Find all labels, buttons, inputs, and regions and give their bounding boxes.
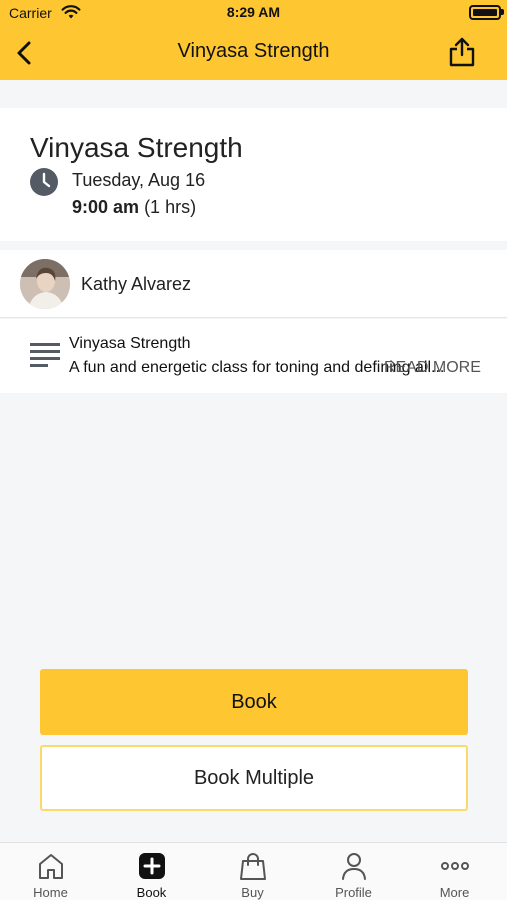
tab-home-label: Home	[33, 885, 68, 900]
read-more-link[interactable]: READ MORE	[384, 359, 481, 377]
plus-square-icon	[139, 853, 165, 879]
class-time: 9:00 am (1 hrs)	[72, 197, 196, 218]
description-title: Vinyasa Strength	[69, 335, 191, 352]
battery-icon	[469, 5, 501, 20]
instructor-avatar	[20, 259, 70, 309]
class-duration: (1 hrs)	[144, 197, 197, 217]
tab-profile-label: Profile	[335, 885, 372, 900]
tab-buy-label: Buy	[241, 885, 264, 900]
description-row: Vinyasa Strength A fun and energetic cla…	[0, 319, 507, 393]
header-bar: Carrier 8:29 AM Vinyasa Strength	[0, 0, 507, 80]
book-multiple-button[interactable]: Book Multiple	[40, 745, 468, 811]
tab-bar: Home Book Buy Profile More	[0, 842, 507, 900]
book-button[interactable]: Book	[40, 669, 468, 735]
tab-home[interactable]: Home	[0, 843, 101, 900]
class-date: Tuesday, Aug 16	[72, 170, 206, 190]
tab-book[interactable]: Book	[101, 843, 202, 900]
battery-tip	[501, 9, 504, 15]
shopping-bag-icon	[240, 853, 266, 880]
more-dots-icon	[441, 862, 469, 870]
share-icon[interactable]	[447, 36, 477, 68]
tab-more-label: More	[439, 885, 470, 900]
clock-icon	[30, 168, 58, 196]
instructor-row[interactable]: Kathy Alvarez	[0, 250, 507, 318]
description-lines-icon	[30, 343, 60, 367]
page-title: Vinyasa Strength	[177, 40, 330, 62]
tab-book-label: Book	[136, 885, 167, 900]
tab-buy[interactable]: Buy	[202, 843, 303, 900]
home-icon	[39, 854, 63, 879]
class-info-card: Vinyasa Strength Tuesday, Aug 16 9:00 am…	[0, 108, 507, 241]
tab-more[interactable]: More	[404, 843, 505, 900]
instructor-name: Kathy Alvarez	[81, 274, 192, 294]
status-time: 8:29 AM	[226, 4, 281, 20]
class-title: Vinyasa Strength	[30, 132, 243, 163]
status-bar: Carrier 8:29 AM	[0, 0, 507, 26]
tab-profile[interactable]: Profile	[303, 843, 404, 900]
class-start-time: 9:00 am	[72, 197, 140, 217]
person-icon	[342, 853, 366, 880]
